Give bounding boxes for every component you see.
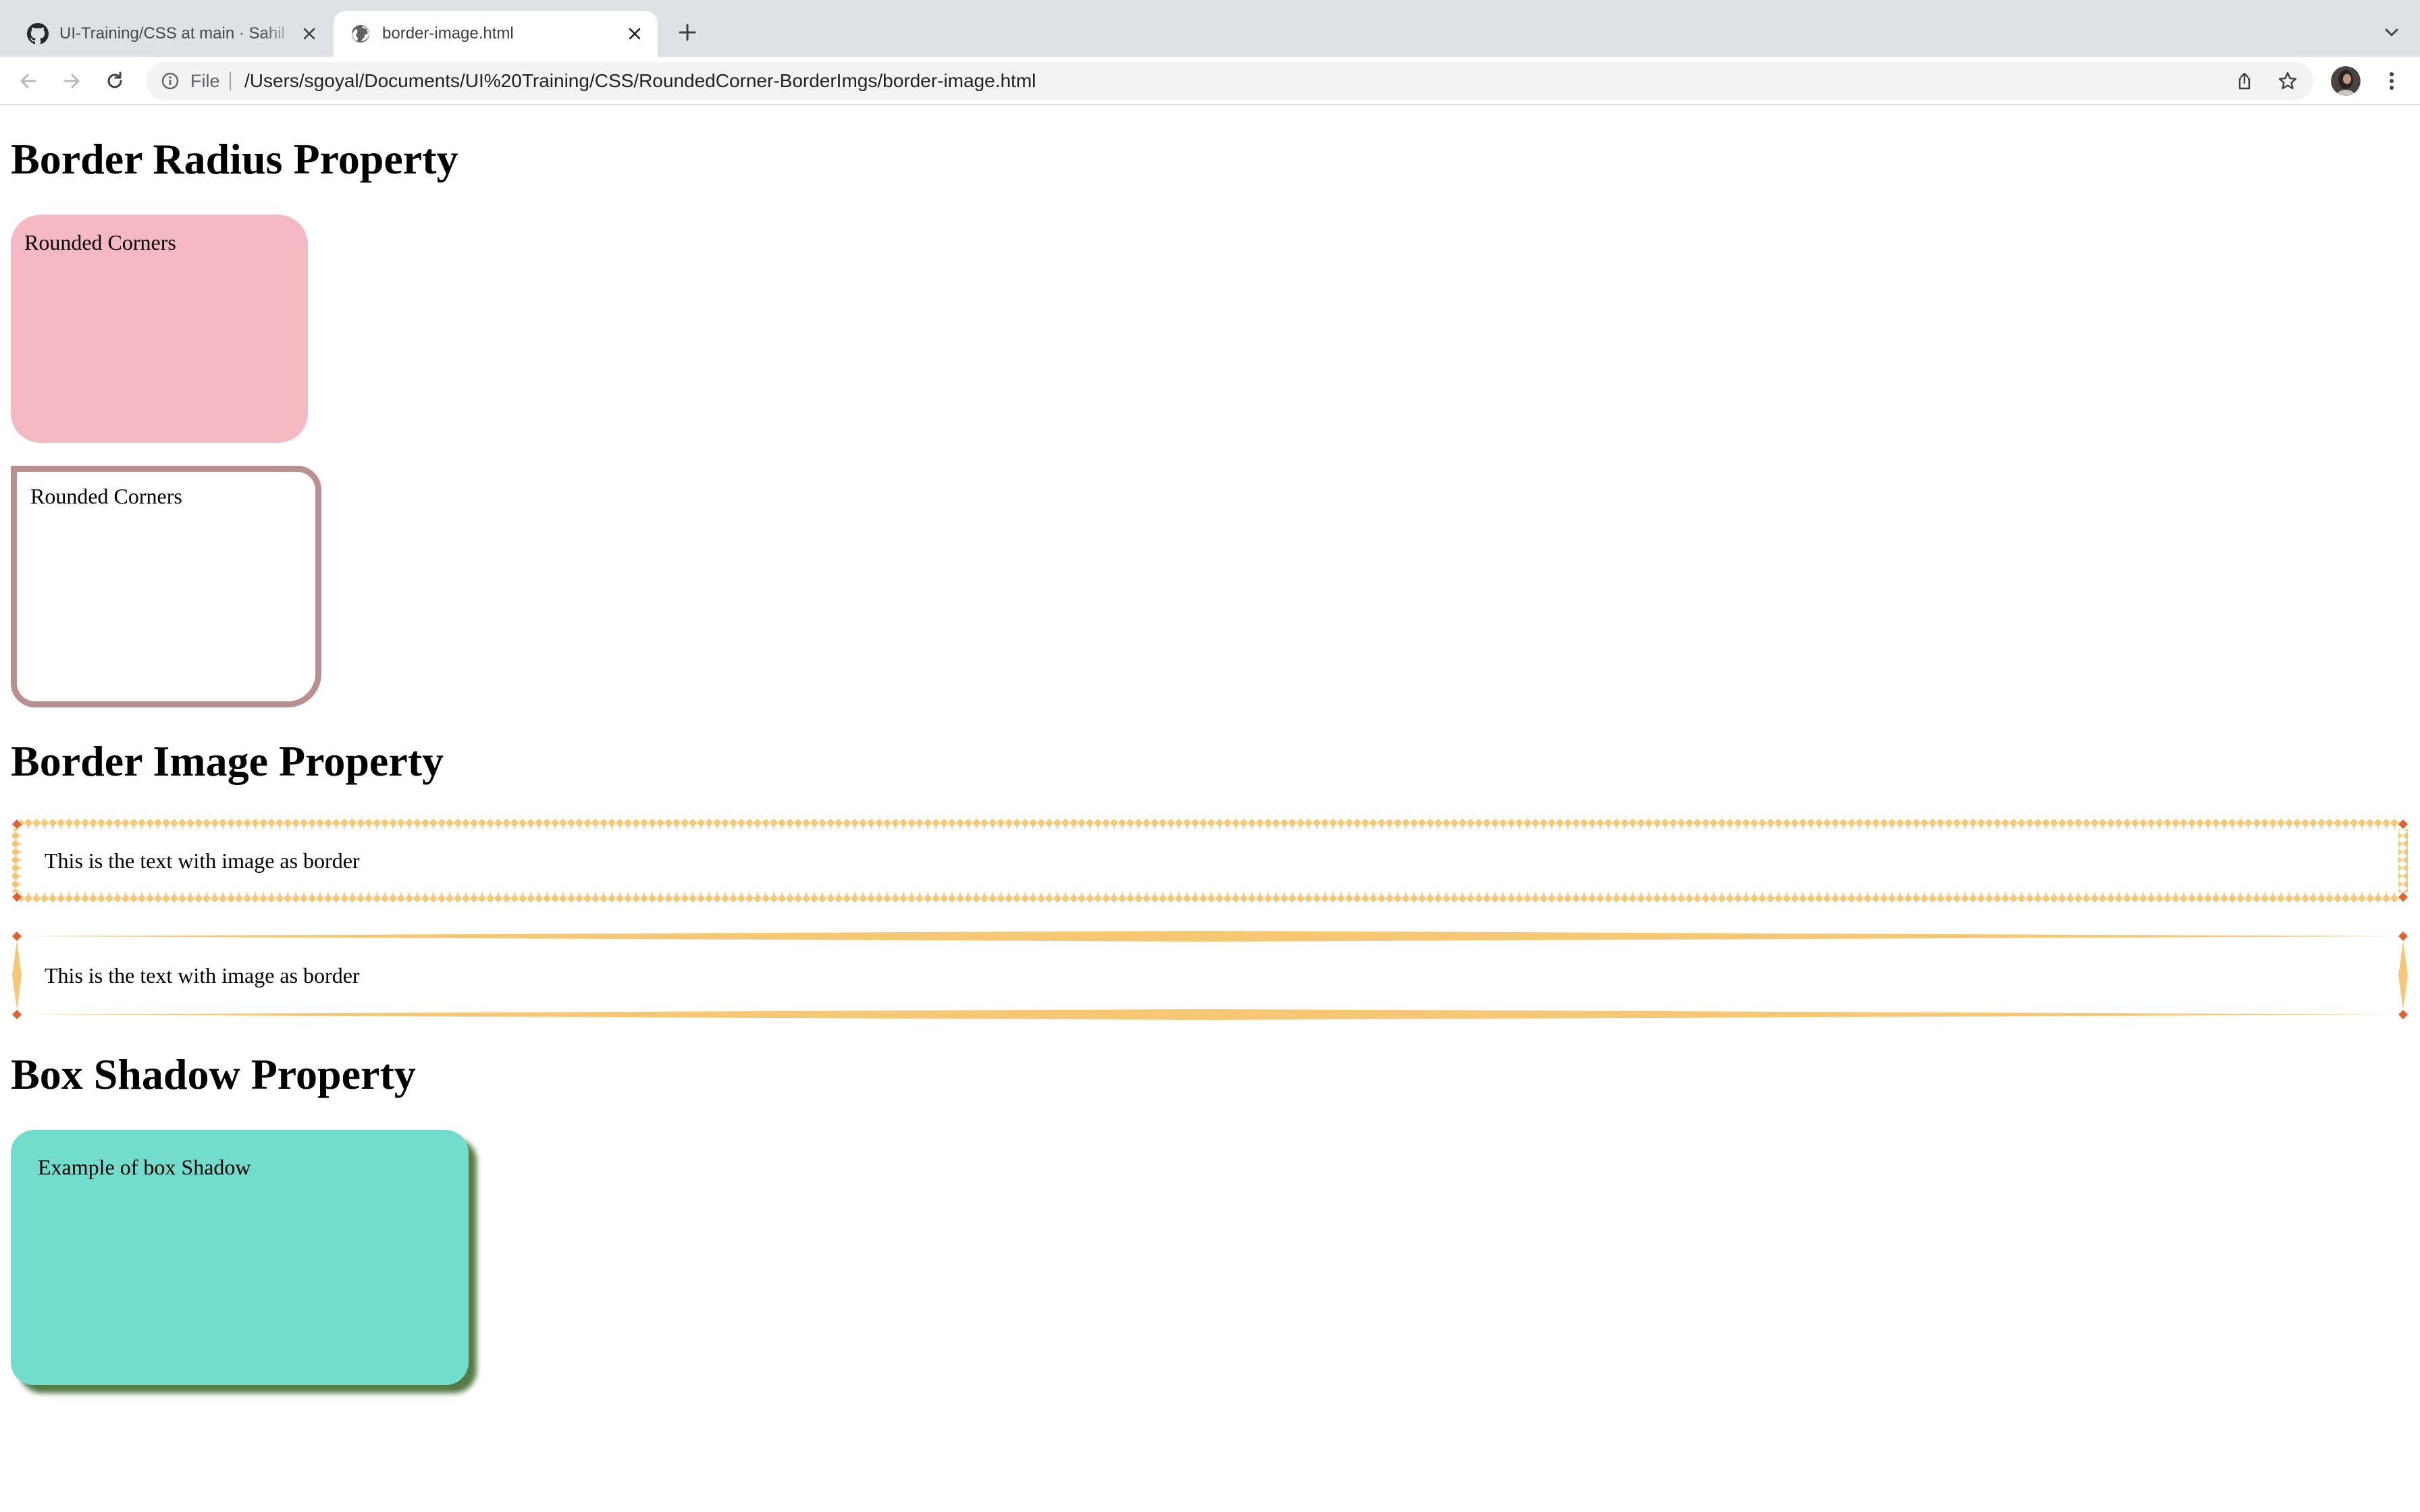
tab-border-image[interactable]: border-image.html: [334, 11, 658, 57]
kebab-menu-icon[interactable]: [2378, 68, 2405, 94]
avatar[interactable]: [2331, 66, 2361, 96]
arrow-left-icon[interactable]: [15, 68, 42, 94]
close-icon[interactable]: [298, 23, 320, 45]
scheme-label: File: [190, 71, 220, 91]
tab-ui-training[interactable]: UI-Training/CSS at main · Sahil: [11, 11, 332, 57]
browser-toolbar: File /Users/sgoyal/Documents/UI%20Traini…: [0, 57, 2420, 105]
border-image-text: This is the text with image as border: [45, 848, 360, 873]
page-content: Border Radius Property Rounded Corners R…: [0, 105, 2420, 1512]
star-icon[interactable]: [2277, 70, 2298, 92]
url-text[interactable]: /Users/sgoyal/Documents/UI%20Training/CS…: [244, 62, 1036, 100]
diamond-border-repeat: [12, 819, 2408, 902]
chevron-down-icon[interactable]: [2379, 20, 2404, 45]
border-image-box-stretch: This is the text with image as border: [11, 930, 2409, 1021]
github-icon: [27, 23, 49, 45]
globe-icon: [352, 25, 369, 43]
box-text: Example of box Shadow: [38, 1155, 251, 1179]
address-bar[interactable]: File /Users/sgoyal/Documents/UI%20Traini…: [146, 62, 2313, 100]
rounded-corners-box-filled: Rounded Corners: [11, 215, 308, 443]
box-text: Rounded Corners: [24, 230, 176, 254]
reload-icon[interactable]: [101, 68, 128, 94]
tab-title: border-image.html: [382, 24, 514, 43]
close-icon[interactable]: [624, 23, 646, 45]
border-image-box-repeat: This is the text with image as border: [11, 818, 2409, 903]
plus-icon[interactable]: [675, 20, 700, 45]
tab-strip: UI-Training/CSS at main · Sahil border-i…: [0, 0, 2420, 57]
info-icon[interactable]: [161, 72, 180, 90]
rounded-corners-box-outlined: Rounded Corners: [11, 466, 321, 707]
divider: [230, 72, 231, 90]
tab-title: UI-Training/CSS at main · Sahil: [59, 24, 285, 43]
border-image-heading: Border Image Property: [11, 737, 444, 785]
diamond-border-stretch: [12, 931, 2408, 1020]
arrow-right-icon[interactable]: [58, 68, 85, 94]
share-icon[interactable]: [2234, 70, 2255, 92]
border-image-text: This is the text with image as border: [45, 963, 360, 988]
box-shadow-heading: Box Shadow Property: [11, 1050, 416, 1098]
border-radius-heading: Border Radius Property: [11, 135, 458, 183]
box-shadow-example: Example of box Shadow: [11, 1130, 469, 1385]
box-text: Rounded Corners: [30, 484, 182, 508]
